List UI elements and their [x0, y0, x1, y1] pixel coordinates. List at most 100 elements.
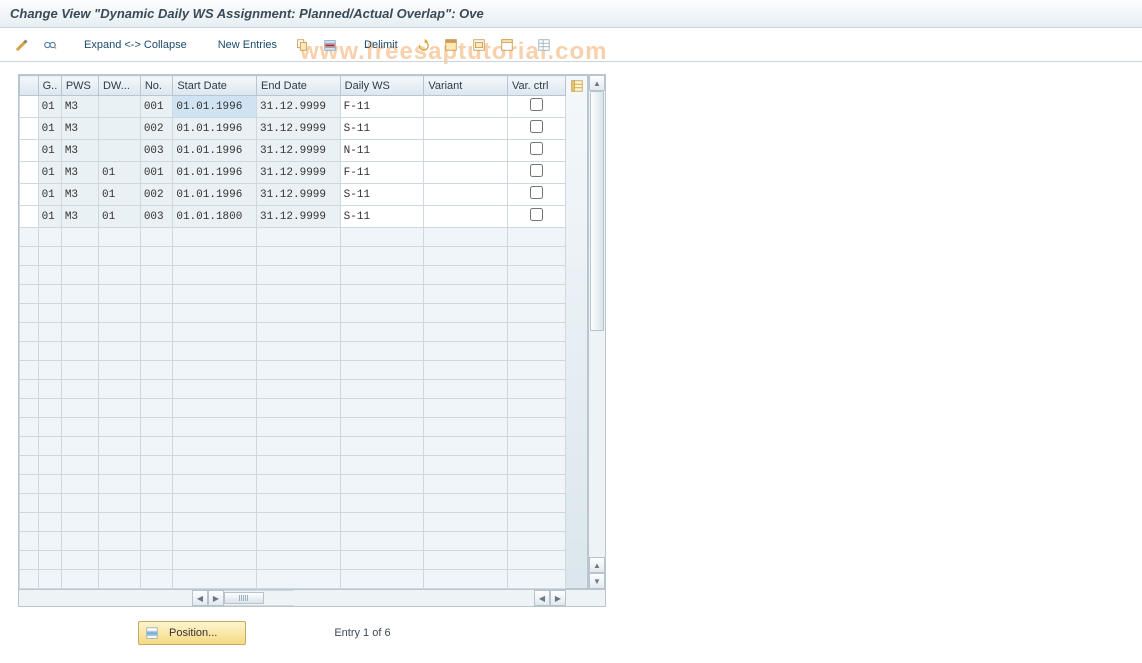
cell-daily-ws[interactable]: F-11 [340, 162, 424, 184]
cell-no[interactable]: 003 [140, 206, 173, 228]
col-header-variant[interactable]: Variant [424, 76, 508, 96]
row-select-cell[interactable] [20, 247, 39, 266]
row-select-cell[interactable] [20, 532, 39, 551]
cell-pws[interactable]: M3 [61, 162, 98, 184]
cell-empty[interactable] [140, 456, 173, 475]
row-select-cell[interactable] [20, 342, 39, 361]
cell-empty[interactable] [98, 456, 140, 475]
col-header-end[interactable]: End Date [257, 76, 341, 96]
cell-empty[interactable] [173, 418, 257, 437]
cell-empty[interactable] [61, 399, 98, 418]
cell-empty[interactable] [140, 399, 173, 418]
cell-empty[interactable] [257, 285, 341, 304]
cell-empty[interactable] [38, 437, 61, 456]
row-select-cell[interactable] [20, 513, 39, 532]
cell-empty[interactable] [61, 418, 98, 437]
cell-no[interactable]: 001 [140, 162, 173, 184]
row-select-cell[interactable] [20, 304, 39, 323]
cell-daily-ws[interactable]: S-11 [340, 184, 424, 206]
cell-empty[interactable] [98, 570, 140, 589]
cell-end-date[interactable]: 31.12.9999 [257, 162, 341, 184]
cell-empty[interactable] [140, 551, 173, 570]
cell-dw[interactable] [98, 118, 140, 140]
cell-empty[interactable] [140, 361, 173, 380]
horizontal-scroll-thumb-1[interactable] [224, 592, 264, 604]
cell-empty[interactable] [424, 532, 508, 551]
cell-empty[interactable] [424, 475, 508, 494]
vertical-scrollbar[interactable]: ▲ ▲ ▼ [588, 75, 605, 589]
cell-empty[interactable] [173, 266, 257, 285]
cell-empty[interactable] [140, 380, 173, 399]
cell-empty[interactable] [424, 551, 508, 570]
cell-empty[interactable] [507, 418, 565, 437]
cell-empty[interactable] [173, 437, 257, 456]
scroll-right-button[interactable]: ▶ [208, 590, 224, 606]
cell-empty[interactable] [173, 323, 257, 342]
cell-g[interactable]: 01 [38, 140, 61, 162]
cell-empty[interactable] [507, 228, 565, 247]
cell-empty[interactable] [61, 532, 98, 551]
cell-empty[interactable] [140, 266, 173, 285]
cell-empty[interactable] [173, 570, 257, 589]
cell-empty[interactable] [38, 266, 61, 285]
col-header-pws[interactable]: PWS [61, 76, 98, 96]
col-header-select[interactable] [20, 76, 39, 96]
cell-empty[interactable] [424, 304, 508, 323]
cell-end-date[interactable]: 31.12.9999 [257, 118, 341, 140]
row-select-cell[interactable] [20, 162, 39, 184]
cell-empty[interactable] [38, 285, 61, 304]
cell-empty[interactable] [61, 285, 98, 304]
cell-g[interactable]: 01 [38, 184, 61, 206]
cell-variant[interactable] [424, 96, 508, 118]
cell-empty[interactable] [340, 361, 424, 380]
cell-var-ctrl[interactable] [507, 162, 565, 184]
col-header-g[interactable]: G.. [38, 76, 61, 96]
cell-empty[interactable] [424, 513, 508, 532]
cell-empty[interactable] [38, 513, 61, 532]
cell-empty[interactable] [61, 266, 98, 285]
cell-empty[interactable] [61, 456, 98, 475]
cell-empty[interactable] [424, 437, 508, 456]
toggle-display-change-button[interactable] [10, 34, 34, 56]
cell-empty[interactable] [507, 399, 565, 418]
cell-empty[interactable] [61, 475, 98, 494]
row-select-cell[interactable] [20, 399, 39, 418]
cell-g[interactable]: 01 [38, 96, 61, 118]
cell-empty[interactable] [257, 494, 341, 513]
cell-empty[interactable] [61, 513, 98, 532]
cell-empty[interactable] [38, 551, 61, 570]
cell-empty[interactable] [173, 361, 257, 380]
cell-empty[interactable] [340, 437, 424, 456]
scroll-left-button[interactable]: ◀ [192, 590, 208, 606]
cell-no[interactable]: 001 [140, 96, 173, 118]
cell-empty[interactable] [340, 418, 424, 437]
cell-dw[interactable]: 01 [98, 162, 140, 184]
cell-empty[interactable] [257, 228, 341, 247]
cell-start-date[interactable]: 01.01.1996 [173, 162, 257, 184]
cell-start-date[interactable]: 01.01.1996 [173, 118, 257, 140]
cell-empty[interactable] [38, 532, 61, 551]
cell-empty[interactable] [98, 323, 140, 342]
cell-empty[interactable] [257, 266, 341, 285]
cell-empty[interactable] [507, 380, 565, 399]
cell-empty[interactable] [38, 228, 61, 247]
cell-dw[interactable]: 01 [98, 206, 140, 228]
cell-empty[interactable] [257, 247, 341, 266]
cell-empty[interactable] [98, 361, 140, 380]
cell-empty[interactable] [38, 361, 61, 380]
cell-empty[interactable] [38, 456, 61, 475]
cell-start-date[interactable]: 01.01.1996 [173, 140, 257, 162]
cell-empty[interactable] [98, 247, 140, 266]
cell-end-date[interactable]: 31.12.9999 [257, 206, 341, 228]
cell-empty[interactable] [507, 456, 565, 475]
cell-empty[interactable] [98, 418, 140, 437]
cell-empty[interactable] [257, 380, 341, 399]
row-select-cell[interactable] [20, 140, 39, 162]
cell-pws[interactable]: M3 [61, 206, 98, 228]
cell-variant[interactable] [424, 140, 508, 162]
cell-empty[interactable] [173, 513, 257, 532]
vertical-scroll-track[interactable] [589, 91, 605, 557]
cell-empty[interactable] [98, 551, 140, 570]
cell-empty[interactable] [424, 456, 508, 475]
cell-var-ctrl[interactable] [507, 96, 565, 118]
